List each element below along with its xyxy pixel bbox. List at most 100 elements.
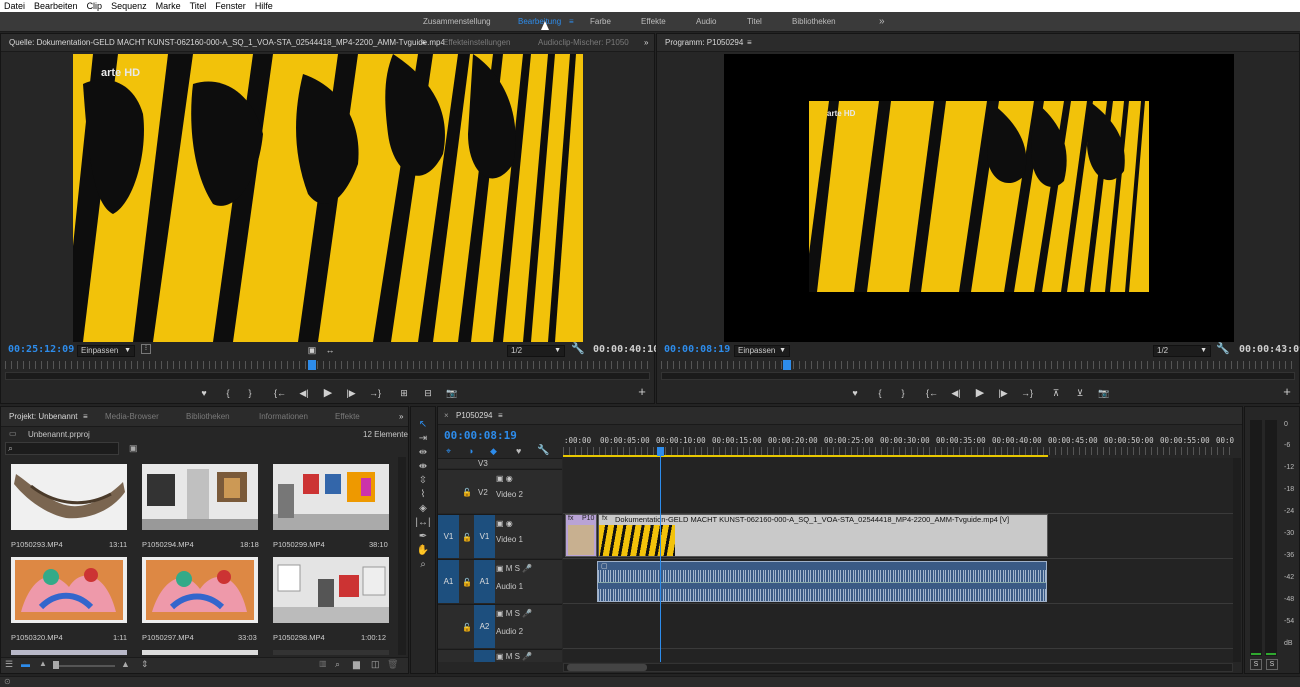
- source-wrench-icon[interactable]: 🔧: [571, 343, 585, 355]
- program-mark-out-icon[interactable]: }: [896, 387, 910, 399]
- solo-left-button[interactable]: S: [1250, 659, 1262, 670]
- audio-clip-main[interactable]: ▢: [597, 561, 1047, 602]
- go-to-in-icon[interactable]: {←: [273, 387, 287, 399]
- track-lock-icon[interactable]: 🔓: [462, 533, 472, 542]
- source-patch-v1[interactable]: V1: [438, 515, 459, 558]
- project-item-thumb[interactable]: [142, 464, 258, 530]
- solo-right-button[interactable]: S: [1266, 659, 1278, 670]
- timeline-tab-menu-icon[interactable]: ≡: [498, 407, 503, 425]
- source-tab-menu-icon[interactable]: ≡: [421, 34, 426, 52]
- work-area-bar[interactable]: [563, 455, 1048, 457]
- mark-out-icon[interactable]: }: [243, 387, 257, 399]
- project-tab-menu-icon[interactable]: ≡: [83, 408, 88, 426]
- source-time-ruler[interactable]: [5, 361, 650, 369]
- workspace-bibliotheken[interactable]: Bibliotheken: [792, 12, 836, 32]
- program-wrench-icon[interactable]: 🔧: [1216, 343, 1230, 355]
- drag-audio-icon[interactable]: ↔: [323, 344, 337, 356]
- program-export-frame-icon[interactable]: 📷: [1097, 387, 1111, 399]
- sort-icon[interactable]: ⇕: [141, 659, 149, 670]
- tab-program[interactable]: Programm: P1050294: [665, 34, 743, 52]
- menu-hilfe[interactable]: Hilfe: [255, 0, 278, 12]
- program-play-icon[interactable]: ▶: [973, 387, 987, 399]
- marker-icon[interactable]: ♥: [197, 387, 211, 399]
- play-icon[interactable]: ▶: [321, 387, 335, 399]
- program-playhead[interactable]: [783, 360, 791, 370]
- timeline-settings-wrench-icon[interactable]: 🔧: [537, 445, 549, 456]
- tab-project[interactable]: Projekt: Unbenannt: [9, 408, 78, 426]
- timeline-scroll-thumb[interactable]: [567, 664, 647, 671]
- project-item-thumb-partial[interactable]: [142, 650, 258, 655]
- slip-tool-icon[interactable]: ◈: [415, 503, 431, 515]
- source-settings-icon[interactable]: ⁝: [141, 344, 151, 354]
- automate-sequence-icon[interactable]: ▥: [319, 659, 327, 668]
- tab-sequence[interactable]: P1050294: [456, 407, 492, 425]
- step-back-icon[interactable]: ◀|: [297, 387, 311, 399]
- overwrite-icon[interactable]: ⊟: [421, 387, 435, 399]
- project-item-thumb[interactable]: [273, 557, 389, 623]
- new-folder-icon[interactable]: ▆: [353, 659, 360, 670]
- video-clip-main[interactable]: fx Dokumentation-GELD MACHT KUNST-062160…: [598, 514, 1048, 557]
- source-add-button-icon[interactable]: +: [635, 385, 649, 398]
- track-controls-icon[interactable]: ▣ M S 🎤: [496, 609, 532, 618]
- thumbnail-size-handle[interactable]: [53, 661, 59, 669]
- export-frame-icon[interactable]: 📷: [445, 387, 459, 399]
- program-step-back-icon[interactable]: ◀|: [949, 387, 963, 399]
- hand-tool-icon[interactable]: ✋: [415, 545, 431, 557]
- rolling-edit-tool-icon[interactable]: ⇼: [415, 461, 431, 473]
- track-target-v1[interactable]: V1: [474, 515, 495, 558]
- project-item-thumb[interactable]: [11, 464, 127, 530]
- timeline-timecode[interactable]: 00:00:08:19: [444, 429, 517, 442]
- tab-media-browser[interactable]: Media-Browser: [105, 408, 159, 426]
- workspace-audio[interactable]: Audio: [696, 12, 716, 32]
- pen-tool-icon[interactable]: ✒: [415, 531, 431, 543]
- tab-effects[interactable]: Effekte: [335, 408, 360, 426]
- timeline-vertical-scrollbar[interactable]: [1233, 458, 1241, 662]
- project-item-thumb[interactable]: [273, 464, 389, 530]
- toggle-sync-icon[interactable]: ▣ ◉: [496, 519, 513, 528]
- add-marker-icon[interactable]: ◆: [490, 446, 497, 457]
- tab-info[interactable]: Informationen: [259, 408, 308, 426]
- workspace-farbe[interactable]: Farbe: [590, 12, 611, 32]
- project-item-thumb[interactable]: [142, 557, 258, 623]
- project-search-input[interactable]: ⌕: [5, 442, 119, 455]
- program-go-to-out-icon[interactable]: →}: [1020, 387, 1034, 399]
- program-go-to-in-icon[interactable]: {←: [925, 387, 939, 399]
- thumbnail-size-slider[interactable]: [53, 665, 115, 667]
- project-item-thumb-partial[interactable]: [11, 650, 127, 655]
- workspace-titel[interactable]: Titel: [747, 12, 762, 32]
- source-timecode[interactable]: 00:25:12:09: [8, 344, 74, 355]
- menu-datei[interactable]: Datei: [4, 0, 30, 12]
- program-time-ruler[interactable]: [661, 361, 1295, 369]
- track-target-a3[interactable]: [474, 650, 495, 662]
- source-playhead[interactable]: [308, 360, 316, 370]
- project-more-tabs-icon[interactable]: »: [399, 408, 403, 426]
- tab-effect-controls[interactable]: Effekteinstellungen: [443, 34, 510, 52]
- workspace-bearbeitung[interactable]: Bearbeitung: [518, 12, 561, 32]
- menu-fenster[interactable]: Fenster: [215, 0, 251, 12]
- lift-icon[interactable]: ⊼: [1049, 387, 1063, 399]
- menu-marke[interactable]: Marke: [156, 0, 186, 12]
- new-item-icon[interactable]: ◫: [371, 659, 380, 670]
- more-workspaces-icon[interactable]: »: [879, 12, 885, 32]
- workspace-menu-icon[interactable]: ≡: [569, 12, 574, 32]
- timeline-marker-icon[interactable]: ♥: [516, 446, 521, 456]
- workspace-zusammenstellung[interactable]: Zusammenstellung: [423, 12, 491, 32]
- track-controls-icon[interactable]: ▣ M S 🎤: [496, 564, 532, 573]
- step-forward-icon[interactable]: |▶: [344, 387, 358, 399]
- toggle-sync-icon[interactable]: ▣ ◉: [496, 474, 513, 483]
- zoom-tool-icon[interactable]: ⌕: [415, 559, 431, 571]
- project-item-thumb-partial[interactable]: [273, 650, 389, 655]
- menu-bearbeiten[interactable]: Bearbeiten: [34, 0, 83, 12]
- ripple-edit-tool-icon[interactable]: ⇹: [415, 447, 431, 459]
- rate-stretch-tool-icon[interactable]: ⇳: [415, 475, 431, 487]
- timeline-horizontal-scrollbar[interactable]: [563, 663, 1233, 672]
- slide-tool-icon[interactable]: |↔|: [415, 517, 431, 529]
- track-target-a1[interactable]: A1: [474, 560, 495, 603]
- source-more-tabs-icon[interactable]: »: [644, 34, 648, 52]
- snap-icon[interactable]: ⌖: [446, 446, 451, 457]
- status-icon[interactable]: ⊙: [4, 677, 11, 686]
- icon-view-icon[interactable]: ▬: [21, 659, 30, 669]
- new-bin-icon[interactable]: ▣: [129, 443, 138, 454]
- source-zoom-scrollbar[interactable]: [5, 372, 650, 380]
- program-marker-icon[interactable]: ♥: [848, 387, 862, 399]
